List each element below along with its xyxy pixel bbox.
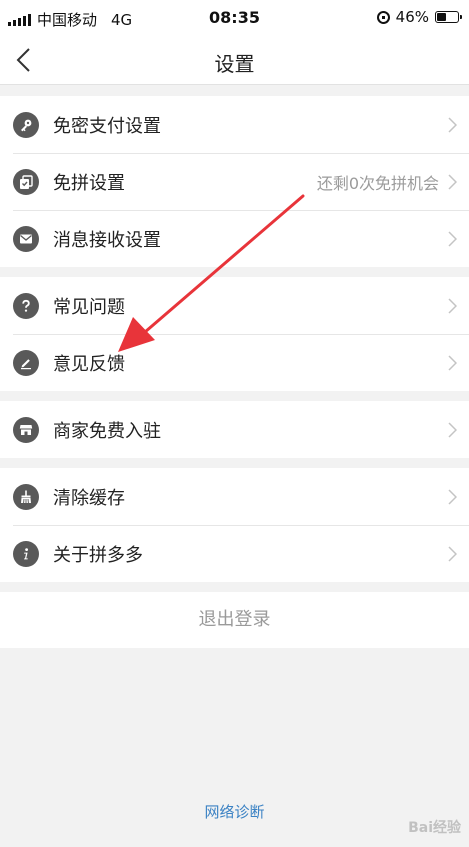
key-icon xyxy=(13,112,39,138)
chevron-right-icon xyxy=(448,355,457,371)
item-label: 常见问题 xyxy=(53,297,125,318)
status-right: 46% xyxy=(376,8,462,26)
mail-icon xyxy=(13,226,39,252)
chevron-right-icon xyxy=(448,174,457,190)
item-label: 清除缓存 xyxy=(53,488,125,509)
item-label: 免密支付设置 xyxy=(53,116,161,137)
chevron-right-icon xyxy=(448,231,457,247)
settings-item-message-receive[interactable]: 消息接收设置 xyxy=(0,210,469,267)
item-label: 免拼设置 xyxy=(53,173,125,194)
item-label: 消息接收设置 xyxy=(53,230,161,251)
item-label: 意见反馈 xyxy=(53,354,125,375)
status-bar: 中国移动 4G 08:35 46% xyxy=(0,0,469,36)
settings-group-account: 免密支付设置 免拼设置 还剩0次免拼机会 消息接收设置 xyxy=(0,96,469,267)
settings-item-clear-cache[interactable]: 清除缓存 xyxy=(0,468,469,525)
chevron-right-icon xyxy=(448,489,457,505)
settings-item-password-free-pay[interactable]: 免密支付设置 xyxy=(0,96,469,153)
settings-item-feedback[interactable]: 意见反馈 xyxy=(0,334,469,391)
settings-group-merchant: 商家免费入驻 xyxy=(0,401,469,458)
broom-icon xyxy=(13,484,39,510)
chevron-right-icon xyxy=(448,117,457,133)
chevron-right-icon xyxy=(448,298,457,314)
item-label: 关于拼多多 xyxy=(53,545,143,566)
battery-level xyxy=(437,13,446,21)
settings-item-about[interactable]: 关于拼多多 xyxy=(0,525,469,582)
info-icon xyxy=(13,541,39,567)
settings-item-merchant-join[interactable]: 商家免费入驻 xyxy=(0,401,469,458)
item-hint: 还剩0次免拼机会 xyxy=(316,174,439,193)
store-icon xyxy=(13,417,39,443)
settings-item-faq[interactable]: 常见问题 xyxy=(0,277,469,334)
pencil-icon xyxy=(13,350,39,376)
nav-bar: 设置 xyxy=(0,36,469,85)
settings-item-group-free[interactable]: 免拼设置 还剩0次免拼机会 xyxy=(0,153,469,210)
chevron-right-icon xyxy=(448,422,457,438)
battery-icon xyxy=(435,11,462,23)
chevron-right-icon xyxy=(448,546,457,562)
watermark-text: Bai经验 xyxy=(408,820,461,836)
battery-percent: 46% xyxy=(395,8,429,26)
page-title: 设置 xyxy=(214,52,255,76)
logout-button[interactable]: 退出登录 xyxy=(0,592,469,648)
settings-group-help: 常见问题 意见反馈 xyxy=(0,277,469,391)
item-label: 商家免费入驻 xyxy=(53,421,161,442)
network-diagnosis-link[interactable]: 网络诊断 xyxy=(0,801,469,822)
rotation-lock-icon xyxy=(376,10,390,24)
cards-icon xyxy=(13,169,39,195)
settings-group-app: 清除缓存 关于拼多多 xyxy=(0,468,469,582)
question-icon xyxy=(13,293,39,319)
watermark-logo: Bai经验 xyxy=(408,817,461,837)
